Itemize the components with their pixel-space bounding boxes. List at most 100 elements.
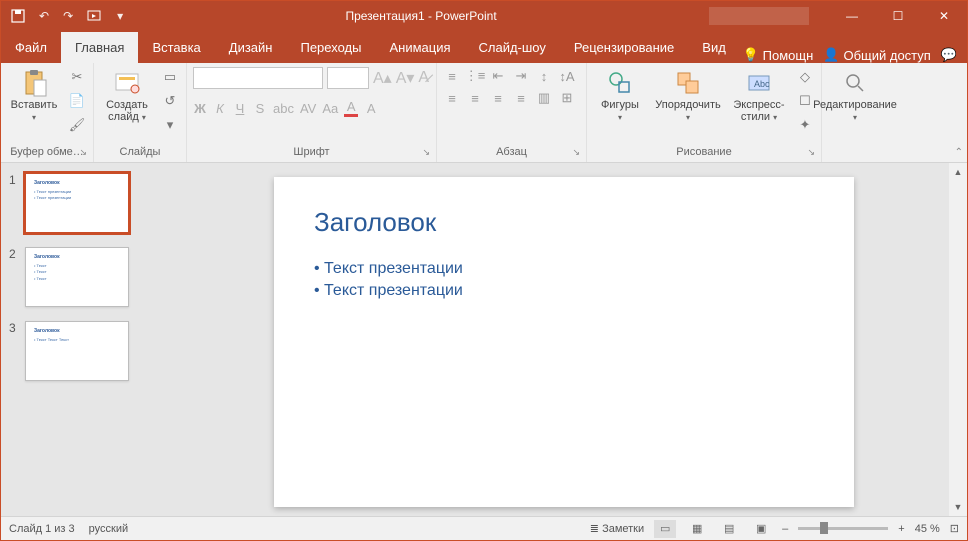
save-icon[interactable]: [11, 9, 25, 23]
thumb-title: Заголовок: [34, 180, 120, 186]
lightbulb-icon: 💡: [742, 47, 758, 63]
start-from-beginning-icon[interactable]: [87, 9, 103, 23]
tab-slideshow[interactable]: Слайд-шоу: [465, 32, 560, 63]
reset-button[interactable]: ↺: [160, 91, 180, 111]
group-drawing: Фигуры▾ Упорядочить▾ Abc Экспресс- стили…: [587, 63, 822, 162]
italic-button[interactable]: К: [213, 101, 227, 116]
thumb-item[interactable]: 2Заголовок• Текст• Текст• Текст: [9, 247, 153, 307]
cut-button[interactable]: ✂: [67, 67, 87, 87]
char-spacing-button[interactable]: AV: [300, 101, 316, 116]
share-button[interactable]: 👤Общий доступ: [823, 47, 931, 63]
normal-view-button[interactable]: ▭: [654, 520, 676, 538]
maximize-button[interactable]: ☐: [875, 1, 921, 31]
shapes-button[interactable]: Фигуры▾: [593, 67, 647, 125]
zoom-slider-thumb[interactable]: [820, 522, 828, 534]
slide-counter[interactable]: Слайд 1 из 3: [9, 523, 75, 535]
smartart-button[interactable]: ⊞: [558, 89, 576, 107]
clipboard-launcher-icon[interactable]: ↘: [79, 147, 87, 158]
scrollbar-track[interactable]: [949, 181, 967, 498]
arrange-button[interactable]: Упорядочить▾: [653, 67, 723, 125]
slide-title-placeholder[interactable]: Заголовок: [314, 207, 814, 238]
undo-icon[interactable]: ↶: [39, 9, 49, 23]
slide-thumbnail[interactable]: Заголовок• Текст• Текст• Текст: [25, 247, 129, 307]
columns-button[interactable]: ▥: [535, 89, 553, 107]
clear-formatting-icon[interactable]: A̷: [418, 69, 429, 87]
bullets-button[interactable]: ≡: [443, 67, 461, 85]
tab-file[interactable]: Файл: [1, 32, 61, 63]
thumb-item[interactable]: 3Заголовок• Текст Текст Текст: [9, 321, 153, 381]
tab-insert[interactable]: Вставка: [138, 32, 214, 63]
align-left-button[interactable]: ≡: [443, 89, 461, 107]
align-right-button[interactable]: ≡: [489, 89, 507, 107]
quick-access-toolbar: ↶ ↷ ▾: [1, 9, 133, 23]
language-indicator[interactable]: русский: [89, 523, 128, 535]
shadow-button[interactable]: S: [253, 101, 267, 116]
line-spacing-button[interactable]: ↕: [535, 67, 553, 85]
change-case-button[interactable]: Aa: [322, 101, 338, 116]
align-center-button[interactable]: ≡: [466, 89, 484, 107]
highlight-button[interactable]: A: [364, 101, 378, 116]
shape-outline-button[interactable]: ☐: [795, 91, 815, 111]
zoom-slider[interactable]: [798, 527, 888, 530]
tab-home[interactable]: Главная: [61, 32, 138, 63]
minimize-button[interactable]: —: [829, 1, 875, 31]
tab-animations[interactable]: Анимация: [375, 32, 464, 63]
underline-button[interactable]: Ч: [233, 101, 247, 116]
scroll-down-icon[interactable]: ▼: [949, 498, 967, 516]
new-slide-button[interactable]: Создать слайд ▾: [100, 67, 154, 125]
close-button[interactable]: ✕: [921, 1, 967, 31]
shape-fill-button[interactable]: ◇: [795, 67, 815, 87]
font-size-combo[interactable]: [327, 67, 369, 89]
tab-view[interactable]: Вид: [688, 32, 740, 63]
paste-button[interactable]: Вставить▾: [7, 67, 61, 125]
qat-customize-icon[interactable]: ▾: [117, 9, 123, 23]
reading-view-button[interactable]: ▤: [718, 520, 740, 538]
decrease-indent-button[interactable]: ⇤: [489, 67, 507, 85]
zoom-level[interactable]: 45 %: [915, 523, 940, 535]
paragraph-launcher-icon[interactable]: ↘: [572, 147, 580, 158]
font-color-button[interactable]: A: [344, 99, 358, 117]
slide-thumbnail[interactable]: Заголовок• Текст презентации• Текст през…: [25, 173, 129, 233]
slideshow-view-button[interactable]: ▣: [750, 520, 772, 538]
account-area[interactable]: [709, 7, 809, 25]
copy-button[interactable]: 📄: [67, 91, 87, 111]
decrease-font-icon[interactable]: A▾: [396, 68, 415, 88]
justify-button[interactable]: ≡: [512, 89, 530, 107]
format-painter-button[interactable]: 🖌: [67, 115, 87, 135]
slide-thumbnail[interactable]: Заголовок• Текст Текст Текст: [25, 321, 129, 381]
shape-effects-button[interactable]: ✦: [795, 115, 815, 135]
tell-me-button[interactable]: 💡Помощн: [742, 47, 813, 63]
fit-to-window-button[interactable]: ⊡: [950, 522, 959, 535]
notes-button[interactable]: ≣ Заметки: [590, 522, 644, 535]
thumb-number: 1: [9, 173, 19, 233]
slide-canvas[interactable]: Заголовок Текст презентацииТекст презент…: [274, 177, 854, 507]
collapse-ribbon-icon[interactable]: ⌃: [955, 147, 963, 158]
zoom-out-button[interactable]: –: [782, 523, 788, 535]
group-clipboard: Вставить▾ ✂ 📄 🖌 Буфер обме…↘: [1, 63, 94, 162]
section-button[interactable]: ▾: [160, 115, 180, 135]
quick-styles-button[interactable]: Abc Экспресс- стили ▾: [729, 67, 789, 125]
redo-icon[interactable]: ↷: [63, 9, 73, 23]
tab-transitions[interactable]: Переходы: [286, 32, 375, 63]
strikethrough-button[interactable]: abc: [273, 101, 294, 116]
scroll-up-icon[interactable]: ▲: [949, 163, 967, 181]
drawing-launcher-icon[interactable]: ↘: [807, 147, 815, 158]
zoom-in-button[interactable]: +: [898, 523, 904, 535]
tab-design[interactable]: Дизайн: [215, 32, 287, 63]
tab-review[interactable]: Рецензирование: [560, 32, 688, 63]
slide-body-placeholder[interactable]: Текст презентацииТекст презентации: [314, 260, 814, 300]
increase-font-icon[interactable]: A▴: [373, 68, 392, 88]
group-label-clipboard: Буфер обме…: [10, 146, 84, 158]
font-name-combo[interactable]: [193, 67, 323, 89]
editing-button[interactable]: Редактирование▾: [828, 67, 882, 125]
increase-indent-button[interactable]: ⇥: [512, 67, 530, 85]
slide-sorter-button[interactable]: ▦: [686, 520, 708, 538]
numbering-button[interactable]: ⋮≡: [466, 67, 484, 85]
font-launcher-icon[interactable]: ↘: [422, 147, 430, 158]
thumb-item[interactable]: 1Заголовок• Текст презентации• Текст пре…: [9, 173, 153, 233]
text-direction-button[interactable]: ↕A: [558, 67, 576, 85]
comments-button[interactable]: 💬: [941, 47, 957, 63]
bold-button[interactable]: Ж: [193, 101, 207, 116]
layout-button[interactable]: ▭: [160, 67, 180, 87]
vertical-scrollbar[interactable]: ▲ ▼: [949, 163, 967, 516]
